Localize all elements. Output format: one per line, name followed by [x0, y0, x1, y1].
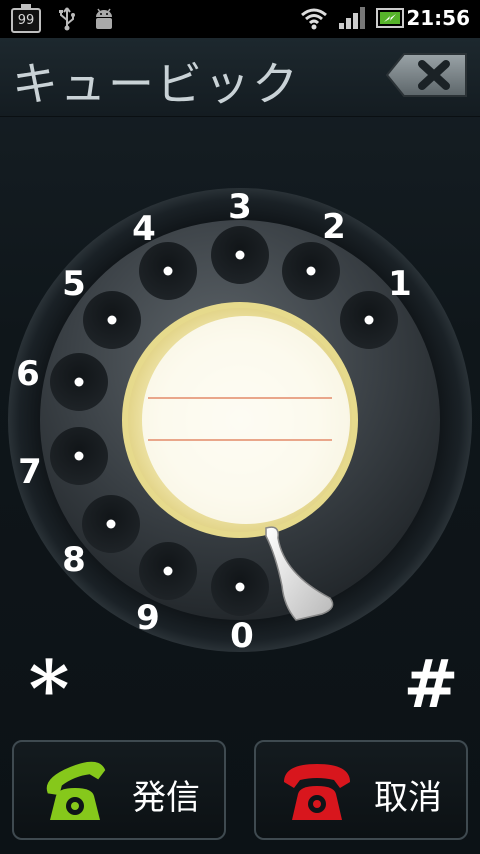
battery-level: 99	[17, 13, 35, 28]
hash-key[interactable]: #	[396, 645, 466, 723]
signal-icon	[339, 7, 365, 29]
header: キュービック	[0, 38, 480, 117]
dial-hole-5[interactable]	[83, 291, 141, 349]
dialer-screen: 99 21:56 キュービック 1 2 3 4 5 6 7 8 9 0 * # …	[0, 0, 480, 854]
dial-hole-0[interactable]	[211, 558, 269, 616]
rotary-dial[interactable]: 1 2 3 4 5 6 7 8 9 0	[0, 116, 480, 716]
green-phone-icon	[46, 761, 106, 820]
android-debug-icon	[96, 8, 112, 29]
dial-digit-9: 9	[136, 598, 160, 638]
status-bar: 99 21:56	[0, 0, 480, 38]
usb-icon	[59, 7, 75, 31]
call-button[interactable]: 発信	[12, 740, 226, 840]
dial-hole-1[interactable]	[340, 291, 398, 349]
status-time: 21:56	[406, 6, 470, 30]
dial-hole-3[interactable]	[211, 226, 269, 284]
star-key[interactable]: *	[14, 645, 84, 735]
dial-hole-2[interactable]	[282, 242, 340, 300]
charging-battery-icon	[376, 8, 404, 28]
dial-digit-6: 6	[16, 354, 40, 394]
dial-digit-3: 3	[228, 187, 252, 227]
backspace-icon[interactable]	[386, 52, 468, 98]
cancel-button[interactable]: 取消	[254, 740, 468, 840]
dial-digit-8: 8	[62, 540, 86, 580]
dial-hole-9[interactable]	[139, 542, 197, 600]
dialed-name: キュービック	[12, 57, 300, 111]
dial-hole-8[interactable]	[82, 495, 140, 553]
red-phone-icon	[284, 764, 350, 820]
dial-digit-0: 0	[230, 616, 254, 656]
dial-digit-5: 5	[62, 264, 86, 304]
dial-hole-7[interactable]	[50, 427, 108, 485]
dial-hole-6[interactable]	[50, 353, 108, 411]
dial-digit-2: 2	[322, 207, 346, 247]
call-button-label: 発信	[132, 778, 200, 818]
battery-icon: 99	[11, 4, 43, 34]
cancel-button-label: 取消	[374, 778, 442, 818]
wifi-icon	[301, 8, 327, 30]
dial-digit-7: 7	[18, 452, 42, 492]
dial-hole-4[interactable]	[139, 242, 197, 300]
